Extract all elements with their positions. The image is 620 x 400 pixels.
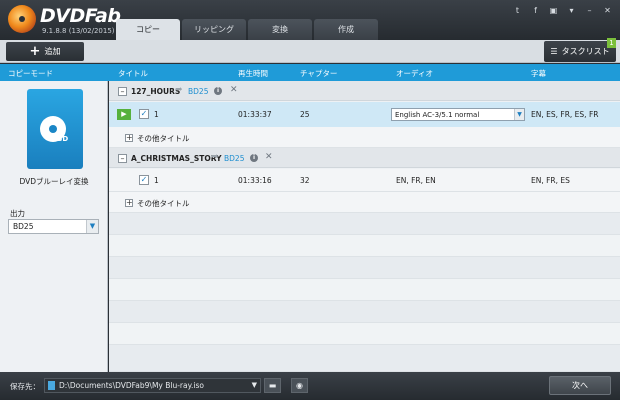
title-list: – 127_HOURS ➦ BD25 i ✕ ▶ ✓ 1 01:33:37 25… [109, 81, 620, 372]
target-arrow-icon: ➦ [211, 152, 219, 162]
other-titles-row[interactable]: + その他タイトル [109, 127, 620, 148]
close-icon[interactable]: ✕ [603, 6, 612, 15]
iso-file-icon [48, 381, 55, 390]
title-duration: 01:33:16 [238, 176, 272, 185]
folder-browse-button[interactable]: ▬ [264, 378, 281, 393]
title-chapters: 32 [300, 176, 310, 185]
add-button-label: 追加 [44, 47, 61, 56]
output-value: BD25 [13, 222, 34, 231]
col-subtitle: 字幕 [531, 69, 546, 78]
other-titles-row[interactable]: + その他タイトル [109, 192, 620, 213]
tab-copy[interactable]: コピー [116, 19, 180, 40]
group-row-127-hours: – 127_HOURS ➦ BD25 i ✕ [109, 81, 620, 101]
bottom-bar: 保存先： D:\Documents\DVDFab9\My Blu-ray.iso… [0, 372, 620, 400]
twitter-icon[interactable]: t [513, 6, 522, 15]
task-list-label: タスクリスト [561, 47, 610, 56]
task-list-button[interactable]: ☰ タスクリスト [544, 41, 616, 62]
copy-mode-button[interactable]: BD [27, 89, 83, 169]
title-checkbox[interactable]: ✓ [139, 109, 149, 119]
title-duration: 01:33:37 [238, 110, 272, 119]
title-subtitles: EN, ES, FR, ES, FR [531, 110, 599, 119]
group-title: 127_HOURS [131, 87, 181, 96]
plus-icon: + [29, 44, 41, 59]
col-audio: オーディオ [396, 69, 433, 78]
title-row[interactable]: ✓ 1 01:33:16 32 EN, FR, EN EN, FR, ES [109, 169, 620, 192]
window-controls: t f ▣ ▾ – ✕ [513, 6, 612, 15]
col-chapters: チャプター [300, 69, 338, 78]
title-chapters: 25 [300, 110, 310, 119]
other-titles-label: その他タイトル [137, 134, 190, 143]
target-format-link[interactable]: BD25 [224, 154, 244, 163]
empty-row [109, 235, 620, 257]
column-header: コピーモード タイトル 再生時間 チャプター オーディオ 字幕 [0, 64, 620, 81]
title-number: 1 [154, 110, 159, 119]
info-icon[interactable]: i [214, 87, 222, 95]
copy-mode-label: DVDブルーレイ変換 [19, 177, 89, 186]
other-titles-label: その他タイトル [137, 199, 190, 208]
facebook-icon[interactable]: f [531, 6, 540, 15]
title-bar: DVDFab 9.1.8.8 (13/02/2015) コピー リッピング 変換… [0, 0, 620, 40]
group-row-a-christmas-story: – A_CHRISTMAS_STORY ➦ BD25 i ✕ [109, 148, 620, 168]
title-row[interactable]: ▶ ✓ 1 01:33:37 25 English AC-3/5.1 norma… [109, 102, 620, 127]
collapse-button[interactable]: – [118, 154, 127, 163]
empty-row [109, 213, 620, 235]
tab-convert[interactable]: 変換 [248, 19, 312, 40]
app-name: DVDFab [40, 5, 121, 27]
audio-value: English AC-3/5.1 normal [395, 111, 480, 119]
title-subtitles: EN, FR, ES [531, 176, 570, 185]
dvdfab-logo-icon [8, 5, 36, 33]
empty-row [109, 301, 620, 323]
title-number: 1 [154, 176, 159, 185]
audio-select[interactable]: English AC-3/5.1 normal ▼ [391, 108, 525, 121]
play-icon[interactable]: ▶ [117, 109, 131, 120]
app-version: 9.1.8.8 (13/02/2015) [42, 27, 115, 35]
empty-row [109, 257, 620, 279]
target-arrow-icon: ➦ [175, 85, 183, 95]
next-button[interactable]: 次へ [549, 376, 611, 395]
output-path-field[interactable]: D:\Documents\DVDFab9\My Blu-ray.iso ▼ [44, 378, 261, 393]
collapse-button[interactable]: – [118, 87, 127, 96]
copy-mode-panel: BD DVDブルーレイ変換 出力 BD25 ▼ [0, 81, 108, 372]
minimize-icon[interactable]: – [585, 6, 594, 15]
output-label: 出力 [10, 209, 25, 218]
title-checkbox[interactable]: ✓ [139, 175, 149, 185]
output-path-value: D:\Documents\DVDFab9\My Blu-ray.iso [59, 381, 204, 390]
group-title: A_CHRISTMAS_STORY [131, 154, 222, 163]
bd-badge: BD [57, 135, 69, 143]
col-duration: 再生時間 [238, 69, 268, 78]
target-format-link[interactable]: BD25 [188, 87, 208, 96]
toolbar: + 追加 ☰ タスクリスト 1 [0, 38, 620, 63]
main-tabs: コピー リッピング 変換 作成 [116, 19, 380, 40]
expand-plus-icon[interactable]: + [125, 134, 133, 142]
chevron-down-icon: ▼ [86, 220, 98, 233]
add-button[interactable]: + 追加 [6, 42, 84, 61]
col-title: タイトル [118, 69, 148, 78]
expand-plus-icon[interactable]: + [125, 199, 133, 207]
empty-row [109, 345, 620, 372]
iso-browse-button[interactable]: ◉ [291, 378, 308, 393]
col-copy-mode: コピーモード [8, 69, 53, 78]
tab-create[interactable]: 作成 [314, 19, 378, 40]
empty-row [109, 323, 620, 345]
tab-ripping[interactable]: リッピング [182, 19, 246, 40]
save-to-label: 保存先： [10, 382, 40, 391]
title-audio: EN, FR, EN [396, 176, 436, 185]
empty-row [109, 279, 620, 301]
chevron-down-icon: ▼ [514, 109, 524, 120]
remove-icon[interactable]: ✕ [265, 152, 273, 162]
output-select[interactable]: BD25 ▼ [8, 219, 99, 234]
remove-icon[interactable]: ✕ [230, 85, 238, 95]
list-icon: ☰ [550, 47, 558, 56]
chevron-down-icon[interactable]: ▼ [252, 381, 257, 389]
menu-icon[interactable]: ▾ [567, 6, 576, 15]
task-count-badge: 1 [607, 38, 616, 48]
info-icon[interactable]: i [250, 154, 258, 162]
youtube-icon[interactable]: ▣ [549, 6, 558, 15]
